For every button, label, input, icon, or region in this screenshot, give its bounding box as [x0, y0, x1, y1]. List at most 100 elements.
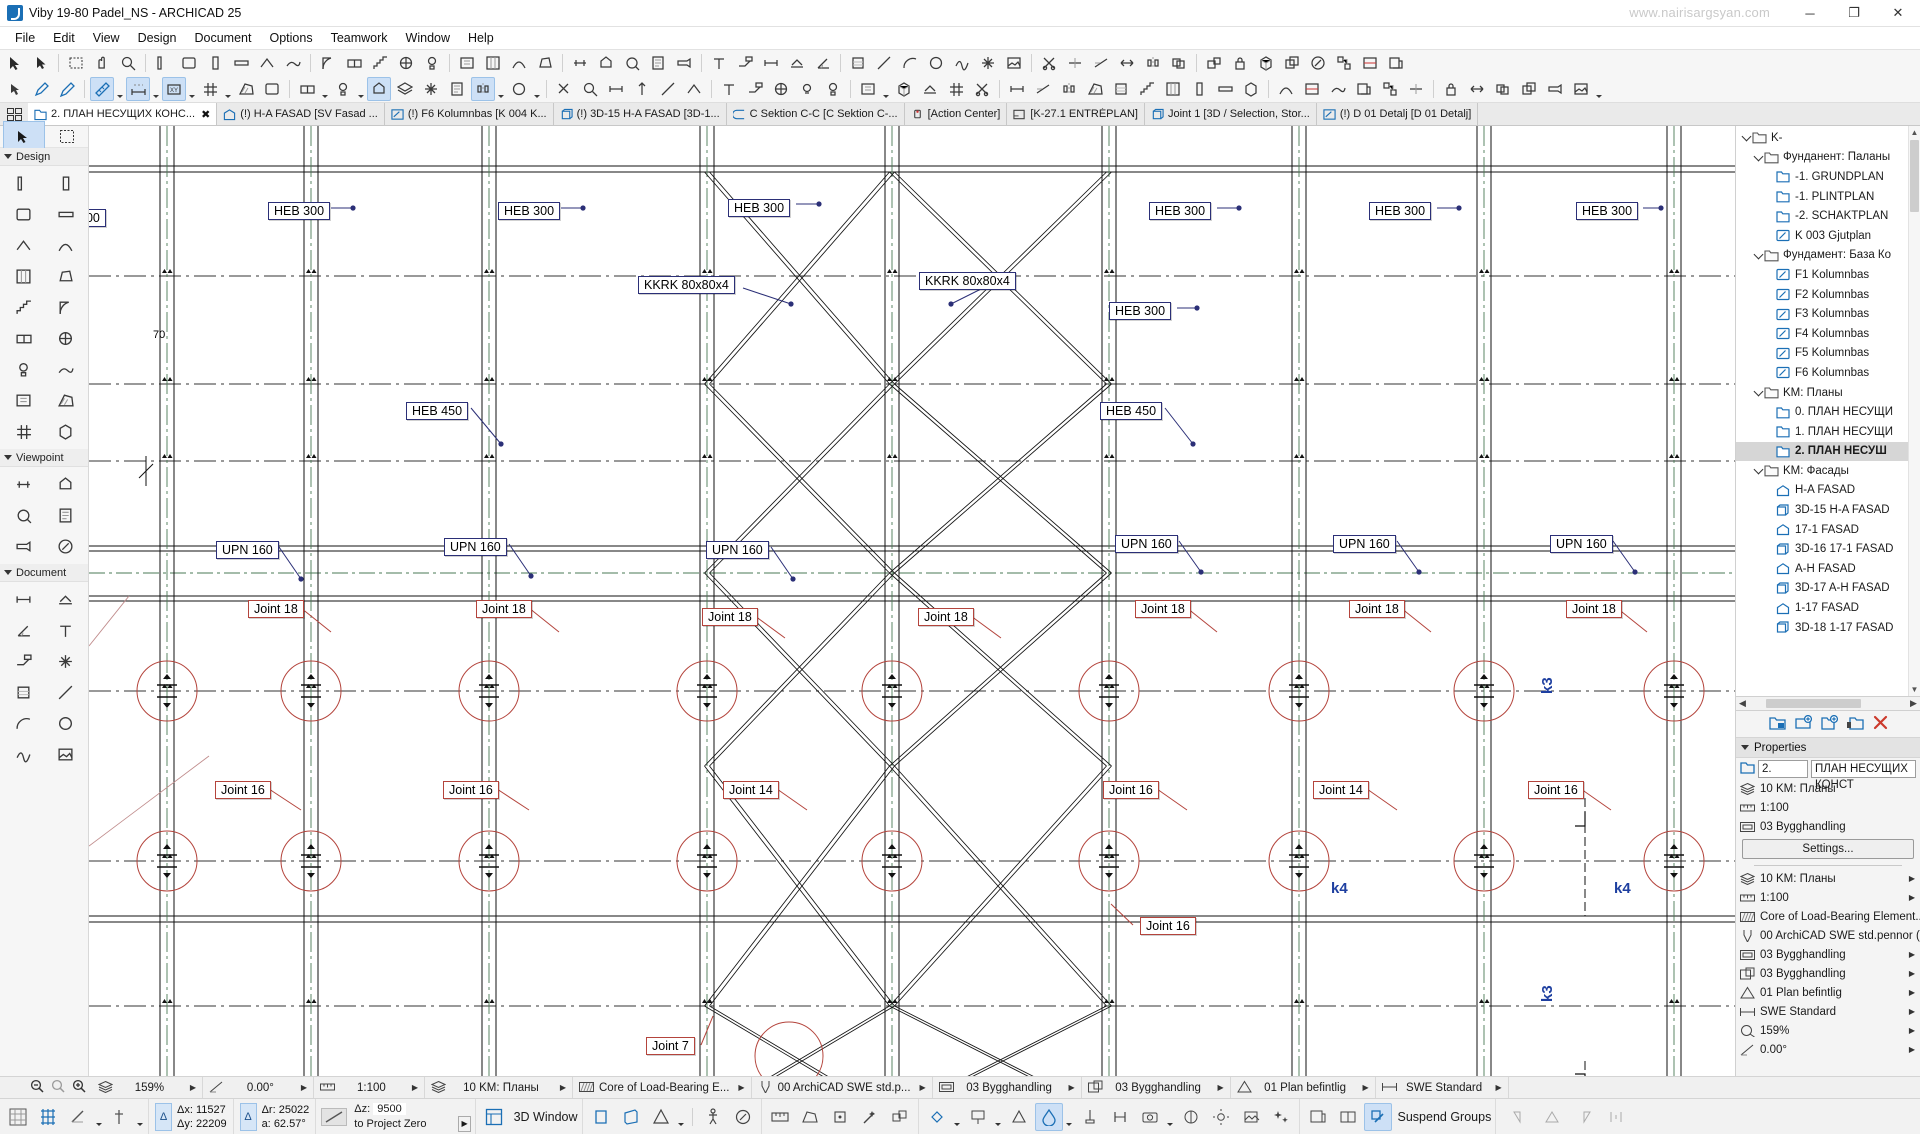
- tool-angdim[interactable]: [2, 615, 44, 646]
- align-tool-icon[interactable]: [105, 1103, 133, 1131]
- line-icon[interactable]: [872, 51, 896, 75]
- rename-folder-icon[interactable]: [1846, 715, 1864, 733]
- wall-icon[interactable]: [151, 51, 175, 75]
- axonometry-icon[interactable]: [587, 1103, 615, 1131]
- drawing-label-25[interactable]: Joint 16: [215, 781, 271, 799]
- tree-item-17[interactable]: KM: Фасады: [1736, 461, 1920, 481]
- elevate-icon[interactable]: [630, 77, 654, 101]
- status-orientation[interactable]: 0.00° ▶: [203, 1077, 314, 1098]
- drawing-label-13[interactable]: UPN 160: [444, 538, 507, 556]
- drawing-label-20[interactable]: Joint 18: [702, 608, 758, 626]
- drawing-label-28[interactable]: Joint 16: [1103, 781, 1159, 799]
- area-icon[interactable]: [796, 1103, 824, 1131]
- grid-snap-icon[interactable]: [4, 1103, 32, 1131]
- roof-icon[interactable]: [255, 51, 279, 75]
- pen2-icon[interactable]: [55, 77, 79, 101]
- viewpoint-id-field[interactable]: 2.: [1758, 759, 1808, 778]
- tree-item-13[interactable]: KM: Планы: [1736, 383, 1920, 403]
- spline-icon[interactable]: [950, 51, 974, 75]
- drawing-canvas[interactable]: 300 HEB 300 HEB 300 HEB 300 HEB 300 HEB 300 HE…: [89, 126, 1735, 1076]
- walk-icon[interactable]: [699, 1103, 727, 1131]
- object-icon[interactable]: [769, 77, 793, 101]
- delta-icon[interactable]: Δ: [239, 1102, 257, 1131]
- tab-7[interactable]: Joint 1 [3D / Selection, Stor...: [1144, 103, 1317, 125]
- drawing-label-16[interactable]: UPN 160: [1333, 535, 1396, 553]
- chevron-down-icon[interactable]: [94, 1100, 103, 1133]
- tree-item-3[interactable]: -1. PLINTPLAN: [1736, 187, 1920, 207]
- magic-wand-icon[interactable]: [856, 1103, 884, 1131]
- arrow-icon[interactable]: [3, 51, 27, 75]
- stair-icon[interactable]: [1135, 77, 1159, 101]
- tool-leveldim[interactable]: [44, 584, 86, 615]
- chevron-down-icon[interactable]: [356, 76, 366, 102]
- tool-stair[interactable]: [2, 292, 44, 323]
- tool-text[interactable]: [44, 615, 86, 646]
- tool-beam[interactable]: [44, 199, 86, 230]
- property-row-orientation[interactable]: 0.00° ▶: [1736, 1040, 1920, 1059]
- drawing-label-9[interactable]: HEB 300: [1109, 302, 1172, 320]
- drawing-label-12[interactable]: UPN 160: [216, 541, 279, 559]
- scroll-left-arrow[interactable]: ◀: [1736, 698, 1749, 709]
- status-dropdown-arrow[interactable]: ▶: [190, 1083, 196, 1092]
- property-row-graphic-override[interactable]: 01 Plan befintlig ▶: [1736, 983, 1920, 1002]
- status-pen[interactable]: 00 ArchiCAD SWE std.p... ▶: [752, 1077, 933, 1098]
- drawing-label-24[interactable]: Joint 18: [1566, 600, 1622, 618]
- tree-item-11[interactable]: F5 Kolumnbas: [1736, 344, 1920, 364]
- 3d-window-label[interactable]: 3D Window: [514, 1110, 578, 1124]
- property-row-scale[interactable]: 1:100 ▶: [1736, 888, 1920, 907]
- project-tree[interactable]: K- Фунданент: Паланы -1. GRUNDPLAN -1. PLIN…: [1736, 126, 1920, 697]
- explore-icon[interactable]: [729, 1103, 757, 1131]
- tool-wall[interactable]: [2, 168, 44, 199]
- status-layers[interactable]: 10 KM: Планы ▶: [425, 1077, 573, 1098]
- property-dropdown-arrow[interactable]: ▶: [1909, 950, 1920, 959]
- text-icon[interactable]: [717, 77, 741, 101]
- tool-elev[interactable]: [44, 469, 86, 500]
- tool-column[interactable]: [44, 168, 86, 199]
- light-icon[interactable]: [795, 77, 819, 101]
- property-row-model-view[interactable]: 03 Bygghandling ▶: [1736, 945, 1920, 964]
- slab-icon[interactable]: [260, 77, 284, 101]
- menu-edit[interactable]: Edit: [44, 29, 84, 47]
- expand-chevron-icon[interactable]: [1752, 386, 1764, 397]
- beam-icon[interactable]: [1213, 77, 1237, 101]
- coordinate-box-0[interactable]: Δ Δx: 11527 Δy: 22209: [149, 1099, 234, 1134]
- shell-icon[interactable]: [1274, 77, 1298, 101]
- tool-grid[interactable]: [2, 416, 44, 447]
- tab-5[interactable]: [Action Center]: [904, 103, 1008, 125]
- detail-icon[interactable]: [620, 51, 644, 75]
- dimchain-icon[interactable]: [1005, 77, 1029, 101]
- status-dropdown-arrow[interactable]: ▶: [560, 1083, 566, 1092]
- drawing-label-5[interactable]: HEB 300: [1369, 202, 1432, 220]
- status-dropdown-arrow[interactable]: ▶: [738, 1083, 744, 1092]
- tree-vertical-scrollbar[interactable]: ▲ ▼: [1908, 126, 1920, 696]
- scroll-down-arrow[interactable]: ▼: [1909, 683, 1920, 696]
- menu-design[interactable]: Design: [129, 29, 186, 47]
- property-dropdown-arrow[interactable]: ▶: [1909, 1026, 1920, 1035]
- stair-icon[interactable]: [368, 51, 392, 75]
- angdim-icon[interactable]: [811, 51, 835, 75]
- curtain-icon[interactable]: [1161, 77, 1185, 101]
- mirror-icon[interactable]: [1141, 51, 1165, 75]
- magnify-icon[interactable]: [116, 51, 140, 75]
- tool-slab[interactable]: [2, 199, 44, 230]
- status-model-view[interactable]: 03 Bygghandling ▶: [933, 1077, 1082, 1098]
- hotspot-icon[interactable]: [419, 77, 443, 101]
- distribute-icon[interactable]: [1602, 1103, 1630, 1131]
- tree-item-7[interactable]: F1 Kolumnbas: [1736, 265, 1920, 285]
- tree-item-20[interactable]: 17-1 FASAD: [1736, 520, 1920, 540]
- mirror-icon[interactable]: [471, 77, 495, 101]
- tool-worksheet[interactable]: [44, 500, 86, 531]
- tab-4[interactable]: C Sektion C-C [C Sektion C-...: [726, 103, 905, 125]
- column-icon[interactable]: [1187, 77, 1211, 101]
- text-icon[interactable]: [707, 51, 731, 75]
- settings-button[interactable]: Settings...: [1742, 839, 1914, 859]
- chevron-down-icon[interactable]: [135, 1100, 144, 1133]
- zone-icon[interactable]: [856, 77, 880, 101]
- new-viewpoint-icon[interactable]: [1794, 714, 1812, 733]
- tool-mesh[interactable]: [44, 354, 86, 385]
- expand-chevron-icon[interactable]: [1752, 151, 1764, 162]
- circle-icon[interactable]: [507, 77, 531, 101]
- group-icon[interactable]: [1202, 51, 1226, 75]
- tool-curtain[interactable]: [2, 261, 44, 292]
- chevron-down-icon[interactable]: [953, 1100, 962, 1133]
